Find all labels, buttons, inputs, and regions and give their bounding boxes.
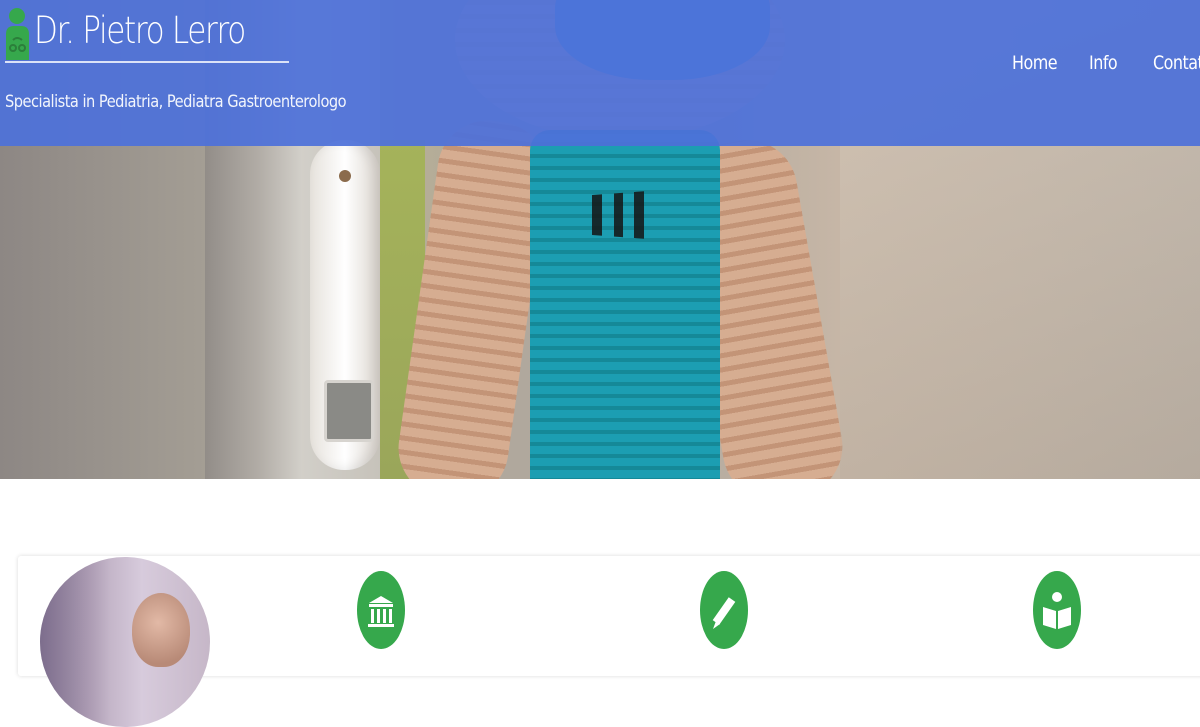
bank-institution-icon [357, 571, 405, 649]
avatar-face [132, 593, 190, 667]
brand-title-link[interactable]: Dr. Pietro Lerro [34, 9, 246, 52]
nav-item-contatti[interactable]: Contatti [1153, 52, 1200, 74]
doll-shirt-letters [592, 190, 662, 240]
reader-book-icon [1033, 571, 1081, 649]
thermometer-display [324, 380, 374, 442]
nav-item-info[interactable]: Info [1089, 52, 1118, 74]
doll-torso [530, 130, 720, 479]
site-header: Dr. Pietro Lerro Specialista in Pediatri… [0, 0, 1200, 146]
hero-thermometer [310, 140, 380, 470]
doctor-avatar [40, 557, 210, 727]
main-nav: Home Info Contatti [0, 52, 1200, 82]
thermometer-sensor [339, 170, 351, 182]
site-subtitle: Specialista in Pediatria, Pediatra Gastr… [5, 92, 347, 112]
pencil-edit-icon [700, 571, 748, 649]
nav-item-home[interactable]: Home [1012, 52, 1058, 74]
avatar-shadow [40, 557, 110, 727]
